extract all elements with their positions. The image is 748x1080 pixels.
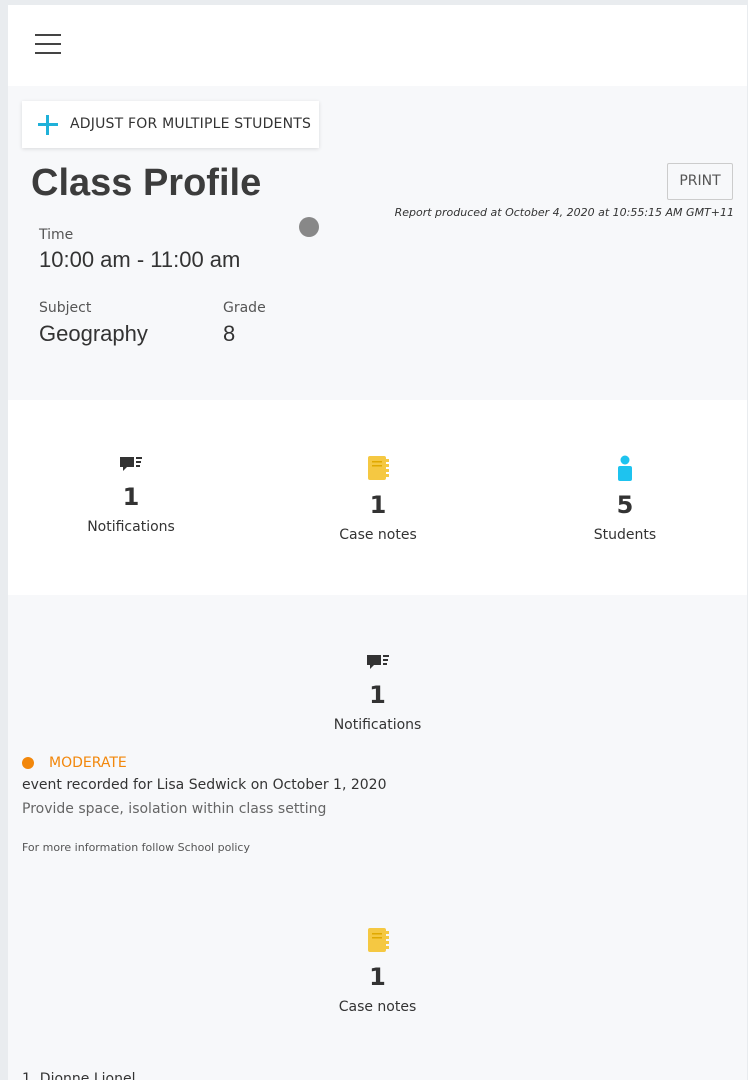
time-label: Time	[39, 227, 74, 243]
grade-label: Grade	[223, 300, 266, 316]
notifications-section: 1 Notifications	[8, 653, 747, 733]
notifications-count: 1	[122, 483, 140, 511]
case-notes-count: 1	[369, 491, 387, 519]
severity-label: MODERATE	[49, 755, 127, 771]
grade-value: 8	[223, 321, 236, 346]
notebook-icon	[368, 456, 389, 480]
adjust-button-label: ADJUST FOR MULTIPLE STUDENTS	[70, 116, 312, 132]
chat-notification-icon	[120, 457, 142, 471]
subject-label: Subject	[39, 300, 92, 316]
case-note-student-item[interactable]: 1. Dionne Lionel	[22, 1071, 135, 1080]
case-notes-label: Case notes	[339, 527, 417, 543]
notification-event: event recorded for Lisa Sedwick on Octob…	[22, 777, 387, 793]
notifications-section-label: Notifications	[333, 717, 422, 733]
chat-notification-icon	[366, 655, 389, 669]
stat-case-notes[interactable]: 1 Case notes	[278, 455, 478, 543]
top-bar	[8, 5, 747, 86]
students-label: Students	[593, 527, 657, 543]
adjust-multiple-students-button[interactable]: ADJUST FOR MULTIPLE STUDENTS	[22, 101, 319, 148]
page-title: Class Profile	[31, 162, 262, 204]
case-notes-section-count: 1	[369, 963, 386, 991]
report-timestamp: Report produced at October 4, 2020 at 10…	[394, 206, 734, 219]
person-icon	[618, 455, 632, 481]
hamburger-menu-icon[interactable]	[35, 34, 61, 56]
stat-students[interactable]: 5 Students	[525, 455, 725, 543]
policy-note: For more information follow School polic…	[22, 841, 250, 854]
app-frame: ADJUST FOR MULTIPLE STUDENTS Class Profi…	[8, 5, 747, 1080]
print-button[interactable]: PRINT	[667, 163, 733, 200]
notebook-icon	[367, 928, 389, 952]
severity-badge: MODERATE	[22, 755, 127, 771]
students-count: 5	[616, 491, 634, 519]
cursor-indicator	[299, 217, 319, 237]
case-notes-section-label: Case notes	[338, 999, 417, 1015]
summary-stats: 1 Notifications 1 Case notes 5 Students	[8, 400, 747, 595]
case-notes-section: 1 Case notes	[8, 927, 747, 1015]
time-value: 10:00 am - 11:00 am	[39, 247, 241, 272]
plus-icon	[38, 115, 58, 135]
notifications-label: Notifications	[87, 519, 175, 535]
notification-detail: Provide space, isolation within class se…	[22, 801, 327, 817]
notifications-section-count: 1	[369, 681, 386, 709]
severity-dot-icon	[22, 757, 34, 769]
subject-value: Geography	[39, 321, 148, 346]
stat-notifications[interactable]: 1 Notifications	[31, 455, 231, 535]
